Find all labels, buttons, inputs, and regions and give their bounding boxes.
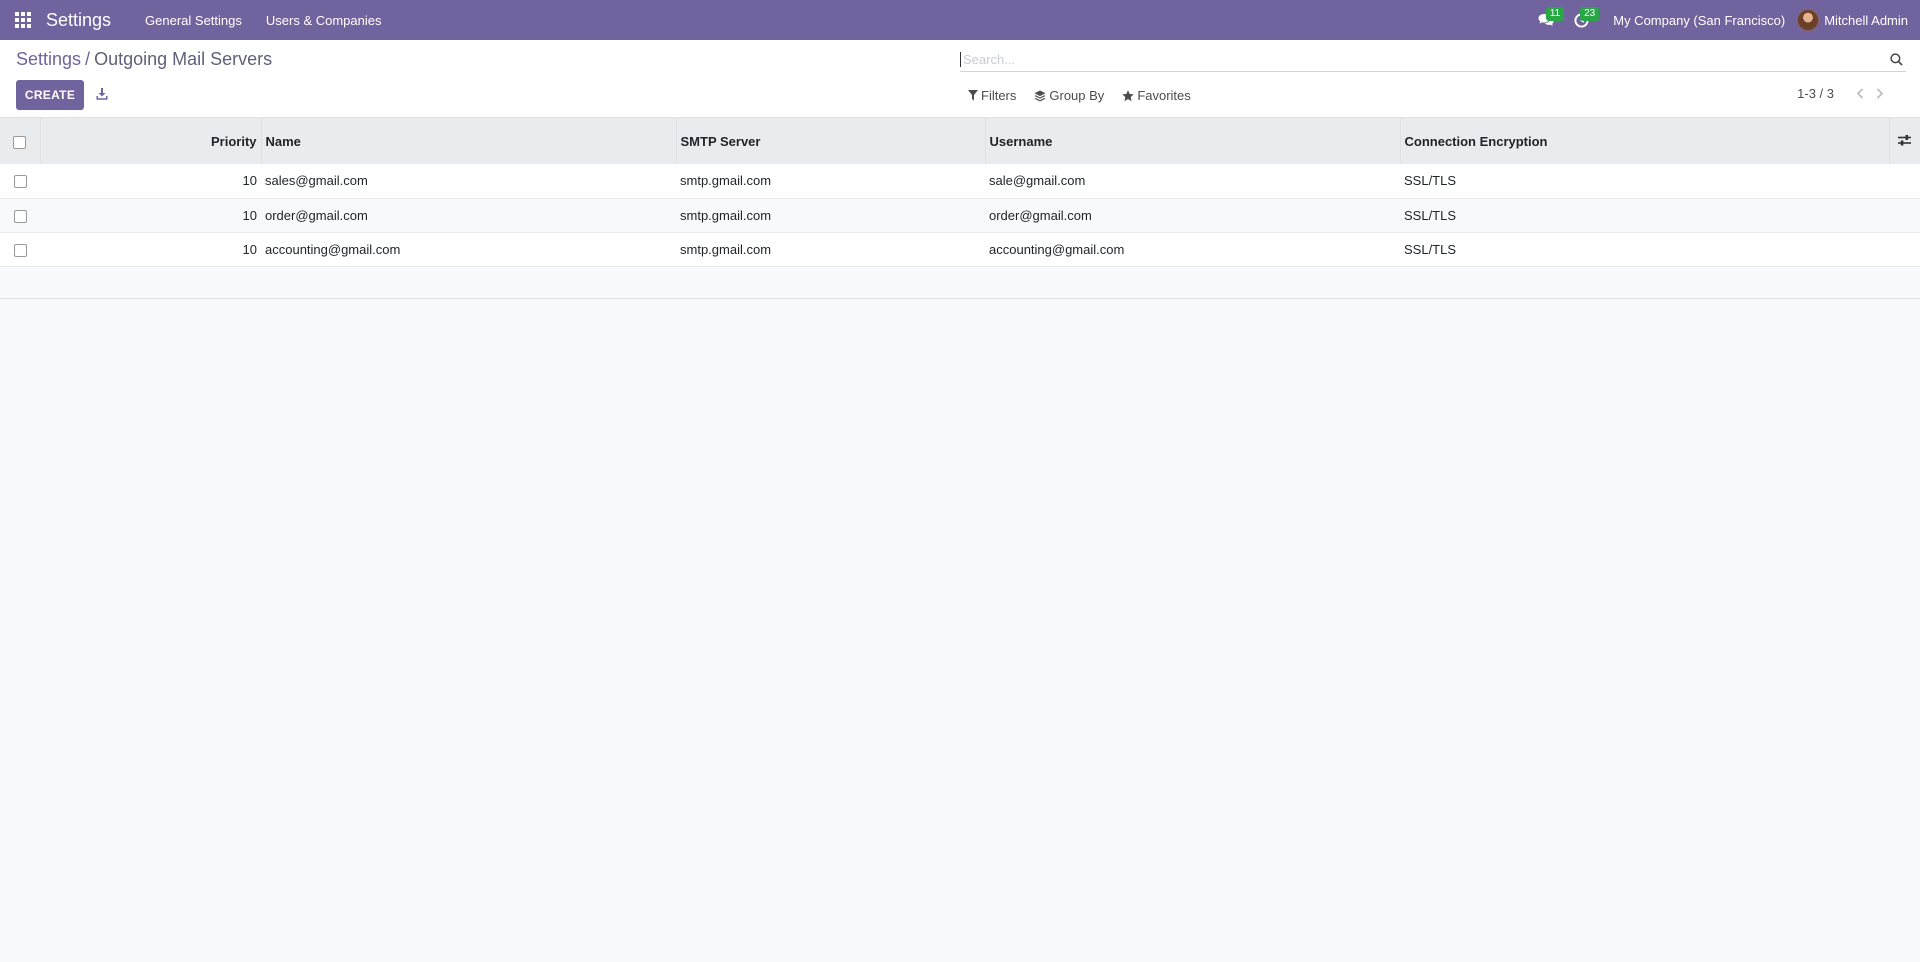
messages-button[interactable]: 11 bbox=[1528, 0, 1565, 40]
breadcrumb-settings[interactable]: Settings bbox=[16, 49, 81, 69]
search-input[interactable] bbox=[960, 51, 1886, 67]
cell-name: accounting@gmail.com bbox=[265, 241, 401, 257]
cell-empty bbox=[1889, 164, 1920, 198]
favorites-button[interactable]: Favorites bbox=[1122, 88, 1191, 103]
table-header-row: Priority Name SMTP Server Username Conne… bbox=[0, 118, 1920, 164]
header-priority[interactable]: Priority bbox=[40, 118, 262, 164]
cell-empty bbox=[1889, 232, 1920, 266]
cell-username: sale@gmail.com bbox=[989, 173, 1086, 189]
breadcrumb-separator: / bbox=[85, 49, 91, 69]
cell-encryption: SSL/TLS bbox=[1404, 207, 1457, 223]
filters-button[interactable]: Filters bbox=[968, 88, 1016, 103]
user-name: Mitchell Admin bbox=[1824, 12, 1908, 28]
breadcrumb: Settings / Outgoing Mail Servers bbox=[16, 49, 272, 70]
messages-count-badge: 11 bbox=[1545, 7, 1565, 21]
pager-value[interactable]: 1-3 / 3 bbox=[1797, 86, 1834, 101]
pager: 1-3 / 3 bbox=[1797, 86, 1890, 101]
header-username[interactable]: Username bbox=[985, 118, 1401, 164]
row-checkbox[interactable] bbox=[13, 209, 27, 223]
header-connection-encryption[interactable]: Connection Encryption bbox=[1400, 118, 1890, 164]
group-by-button[interactable]: Group By bbox=[1034, 88, 1104, 103]
cell-empty bbox=[1889, 198, 1920, 232]
table-row[interactable]: 10 order@gmail.com smtp.gmail.com order@… bbox=[0, 198, 1920, 232]
layers-icon bbox=[1034, 90, 1046, 101]
download-icon bbox=[96, 88, 108, 100]
optional-columns-toggle[interactable] bbox=[1889, 118, 1920, 164]
table-row[interactable]: 10 sales@gmail.com smtp.gmail.com sale@g… bbox=[0, 164, 1920, 198]
activities-button[interactable]: 23 bbox=[1564, 0, 1600, 40]
table-footer-row bbox=[0, 266, 1920, 298]
chevron-right-icon bbox=[1876, 88, 1884, 99]
cell-username: order@gmail.com bbox=[989, 207, 1092, 223]
empty-footer-cell bbox=[0, 266, 1920, 298]
apps-menu-icon[interactable] bbox=[0, 0, 46, 40]
favorites-label: Favorites bbox=[1137, 88, 1191, 103]
sliders-icon bbox=[1898, 134, 1912, 145]
cell-smtp-server: smtp.gmail.com bbox=[680, 173, 772, 189]
page-title: Outgoing Mail Servers bbox=[94, 49, 273, 69]
row-checkbox[interactable] bbox=[13, 175, 27, 189]
export-button[interactable] bbox=[91, 83, 113, 105]
company-switcher[interactable]: My Company (San Francisco) bbox=[1599, 13, 1797, 28]
menu-users-companies[interactable]: Users & Companies bbox=[254, 0, 394, 40]
star-icon bbox=[1122, 89, 1135, 101]
group-by-label: Group By bbox=[1049, 88, 1105, 103]
cell-smtp-server: smtp.gmail.com bbox=[680, 241, 772, 257]
search-bar bbox=[960, 47, 1906, 72]
avatar bbox=[1797, 9, 1820, 31]
row-select-cell bbox=[0, 232, 40, 266]
select-all-checkbox[interactable] bbox=[13, 135, 27, 149]
cell-priority: 10 bbox=[242, 173, 257, 189]
activities-count-badge: 23 bbox=[1580, 7, 1600, 21]
filter-icon bbox=[968, 90, 978, 101]
table-row[interactable]: 10 accounting@gmail.com smtp.gmail.com a… bbox=[0, 232, 1920, 266]
pager-previous-button[interactable] bbox=[1850, 88, 1870, 99]
cell-encryption: SSL/TLS bbox=[1404, 241, 1457, 257]
pager-next-button[interactable] bbox=[1870, 88, 1890, 99]
header-name[interactable]: Name bbox=[261, 118, 677, 164]
search-options: Filters Group By Favorites bbox=[968, 88, 1191, 103]
select-all-cell bbox=[0, 118, 41, 164]
app-name[interactable]: Settings bbox=[46, 10, 111, 31]
header-smtp-server[interactable]: SMTP Server bbox=[676, 118, 986, 164]
cell-encryption: SSL/TLS bbox=[1404, 173, 1457, 189]
cell-priority: 10 bbox=[242, 207, 257, 223]
row-select-cell bbox=[0, 164, 40, 198]
filters-label: Filters bbox=[981, 88, 1017, 103]
cell-smtp-server: smtp.gmail.com bbox=[680, 207, 772, 223]
cell-username: accounting@gmail.com bbox=[989, 241, 1125, 257]
create-button[interactable]: CREATE bbox=[16, 80, 84, 110]
top-navbar: Settings General Settings Users & Compan… bbox=[0, 0, 1920, 40]
menu-general-settings[interactable]: General Settings bbox=[133, 0, 254, 40]
search-icon[interactable] bbox=[1886, 49, 1906, 69]
mail-servers-table: Priority Name SMTP Server Username Conne… bbox=[0, 118, 1920, 299]
cell-priority: 10 bbox=[242, 241, 257, 257]
row-select-cell bbox=[0, 198, 40, 232]
cell-name: order@gmail.com bbox=[265, 207, 368, 223]
list-view: Priority Name SMTP Server Username Conne… bbox=[0, 118, 1920, 299]
row-checkbox[interactable] bbox=[13, 243, 27, 257]
chevron-left-icon bbox=[1856, 88, 1864, 99]
user-menu[interactable]: Mitchell Admin bbox=[1797, 9, 1908, 31]
cell-name: sales@gmail.com bbox=[265, 173, 368, 189]
